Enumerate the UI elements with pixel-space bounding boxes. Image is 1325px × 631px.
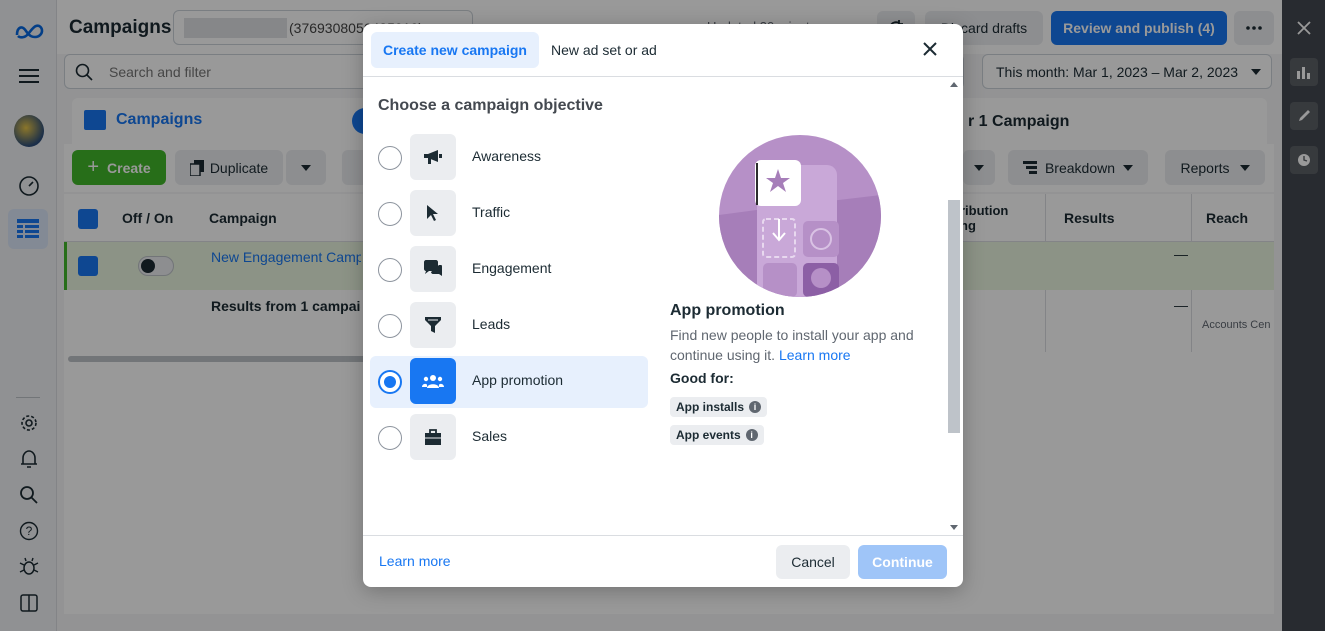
tab-new-ad-set-or-ad[interactable]: New ad set or ad (539, 32, 669, 68)
detail-description: Find new people to install your app and … (670, 325, 930, 365)
tab-create-new-campaign[interactable]: Create new campaign (371, 32, 539, 68)
objective-heading: Choose a campaign objective (378, 97, 603, 114)
cursor-icon (410, 190, 456, 236)
objective-option-app-promotion[interactable]: App promotion (370, 356, 648, 408)
good-for-label: Good for: (670, 370, 734, 386)
funnel-icon (410, 302, 456, 348)
radio-button[interactable] (378, 146, 402, 170)
scroll-up-icon (950, 82, 958, 87)
footer-learn-more-link[interactable]: Learn more (379, 553, 451, 569)
objective-label: Awareness (472, 148, 542, 164)
footer-divider (363, 535, 963, 536)
cancel-button[interactable]: Cancel (776, 545, 850, 579)
close-dialog-button[interactable] (923, 42, 937, 56)
objective-label: Traffic (472, 204, 511, 220)
dialog-scrollbar[interactable] (947, 79, 961, 534)
objective-label: Sales (472, 428, 508, 444)
radio-button[interactable] (378, 426, 402, 450)
good-for-pill: App events i (670, 425, 764, 445)
objective-option-leads[interactable]: Leads (370, 300, 648, 352)
scroll-down-icon (950, 525, 958, 530)
objective-label: App promotion (472, 372, 564, 388)
objective-label: Leads (472, 316, 511, 332)
radio-button[interactable] (378, 258, 402, 282)
radio-button[interactable] (378, 314, 402, 338)
pill-label: App installs (676, 400, 745, 414)
detail-title: App promotion (670, 302, 785, 319)
megaphone-icon (410, 134, 456, 180)
radio-button-selected[interactable] (378, 370, 402, 394)
scroll-thumb[interactable] (948, 200, 960, 433)
info-icon[interactable]: i (745, 429, 758, 441)
info-icon[interactable]: i (749, 401, 762, 413)
detail-learn-more-link[interactable]: Learn more (779, 347, 851, 363)
close-icon (923, 42, 937, 56)
objective-option-sales[interactable]: Sales (370, 412, 648, 464)
chat-bubbles-icon (410, 246, 456, 292)
pill-label: App events (676, 428, 741, 442)
objective-option-engagement[interactable]: Engagement (370, 244, 648, 296)
people-icon (410, 358, 456, 404)
app-promotion-illustration (719, 135, 881, 297)
campaign-objective-dialog: Create new campaign New ad set or ad Cho… (363, 24, 963, 587)
good-for-pill: App installs i (670, 397, 768, 417)
header-divider (363, 76, 963, 77)
briefcase-icon (410, 414, 456, 460)
objective-option-traffic[interactable]: Traffic (370, 188, 648, 240)
objective-label: Engagement (472, 260, 552, 276)
continue-button[interactable]: Continue (858, 545, 947, 579)
radio-button[interactable] (378, 202, 402, 226)
objective-option-awareness[interactable]: Awareness (370, 132, 648, 184)
